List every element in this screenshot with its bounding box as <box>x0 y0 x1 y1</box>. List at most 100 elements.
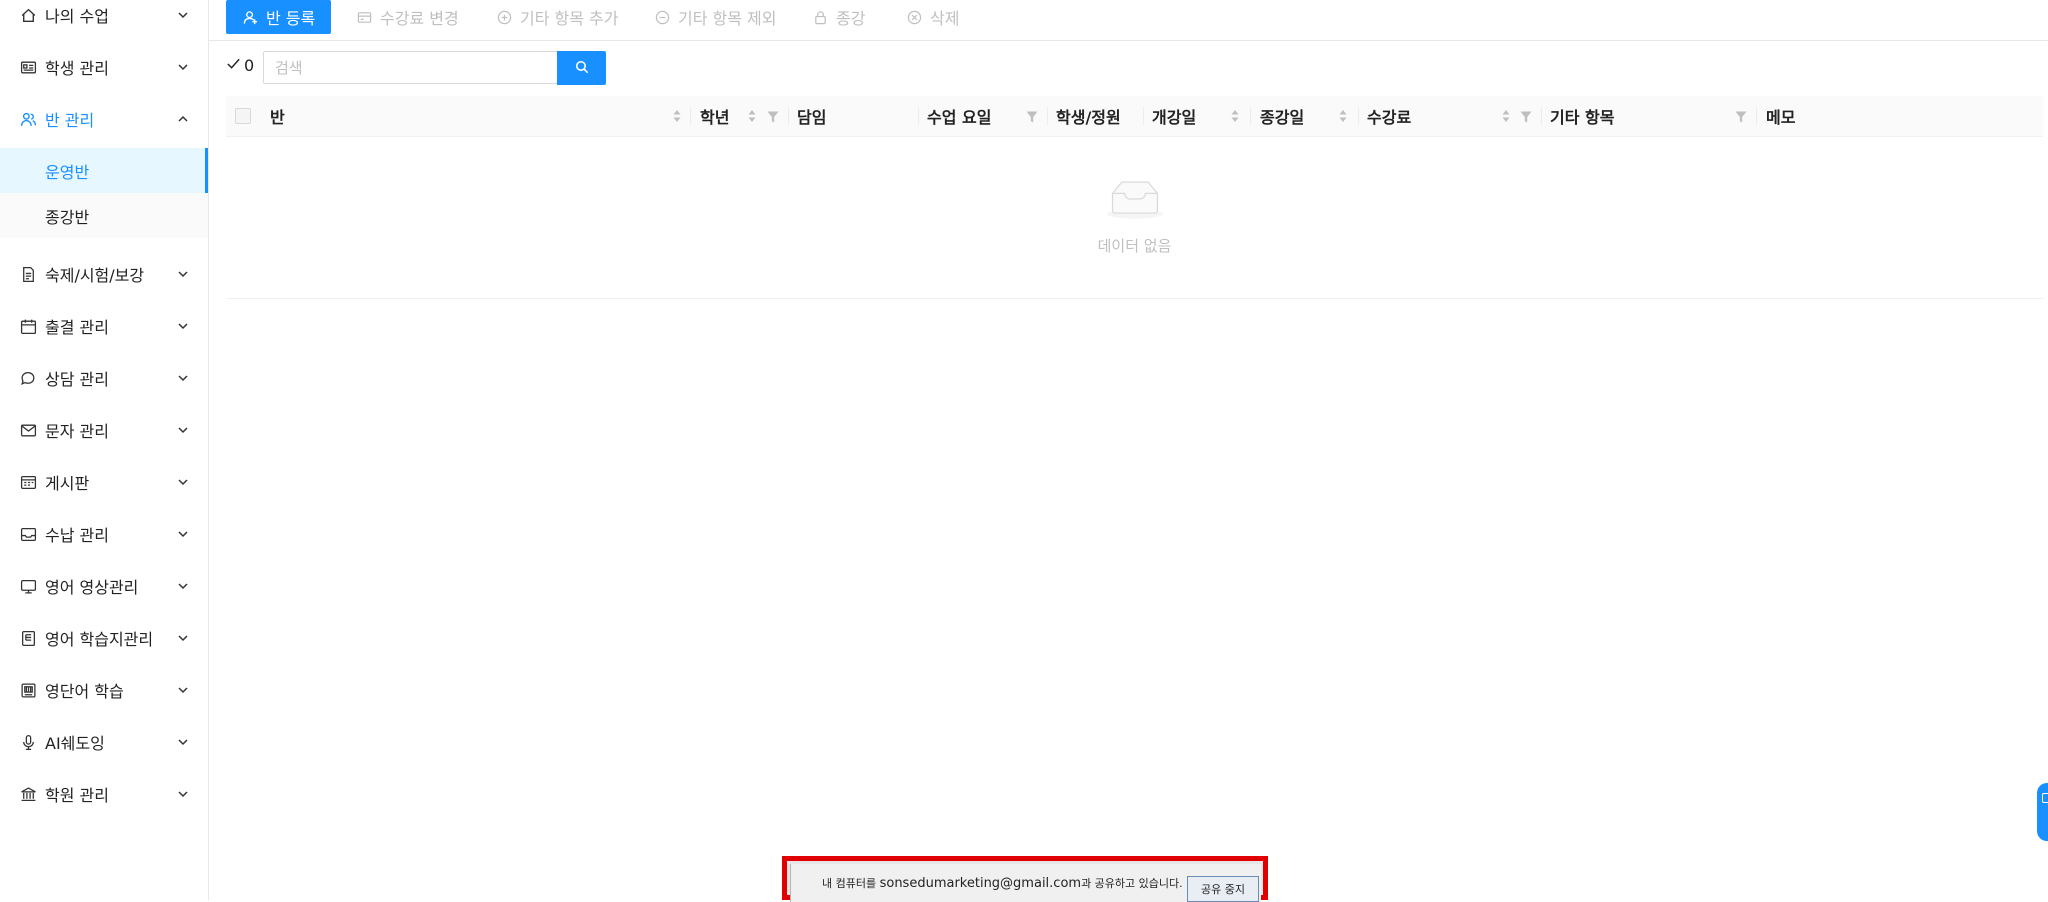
column-header-students-capacity[interactable]: 학생/정원 <box>1056 96 1121 136</box>
column-divider <box>918 107 919 125</box>
delete-label: 삭제 <box>930 9 960 28</box>
select-all-checkbox[interactable] <box>235 108 251 124</box>
search-box <box>263 51 557 84</box>
chevron-down-icon <box>176 579 190 593</box>
filter-icon[interactable] <box>1026 109 1038 123</box>
sidebar-item-english-worksheet[interactable]: 영어 학습지관리 <box>0 617 208 659</box>
sidebar-item-counseling[interactable]: 상담 관리 <box>0 357 208 399</box>
filter-icon[interactable] <box>767 109 779 123</box>
sort-icon[interactable] <box>1501 108 1511 124</box>
share-prefix: 내 컴퓨터를 <box>822 877 880 890</box>
chevron-down-icon <box>176 8 190 22</box>
sidebar-item-vocabulary[interactable]: 영단어 학습 <box>0 669 208 711</box>
column-header-teacher[interactable]: 담임 <box>797 96 826 136</box>
user-add-icon <box>242 9 258 25</box>
sidebar-item-homework[interactable]: 숙제/시험/보강 <box>0 253 208 295</box>
sidebar-subitem-active-classes[interactable]: 운영반 <box>0 148 208 193</box>
minus-circle-icon <box>654 9 670 25</box>
add-extra-item-button[interactable]: 기타 항목 추가 <box>496 0 619 34</box>
sidebar-subitem-label: 종강반 <box>45 207 90 227</box>
sidebar-item-classes[interactable]: 반 관리 <box>0 98 208 140</box>
sidebar-item-english-video[interactable]: 영어 영상관리 <box>0 565 208 607</box>
empty-inbox-icon <box>1105 177 1165 225</box>
chevron-down-icon <box>176 683 190 697</box>
register-class-label: 반 등록 <box>266 9 316 28</box>
close-class-button[interactable]: 종강 <box>812 0 865 34</box>
column-divider <box>1541 107 1542 125</box>
check-icon <box>226 56 241 75</box>
column-header-tuition[interactable]: 수강료 <box>1367 96 1411 136</box>
close-class-label: 종강 <box>836 9 866 28</box>
column-header-end-date[interactable]: 종강일 <box>1260 96 1304 136</box>
column-header-extra-items[interactable]: 기타 항목 <box>1550 96 1614 136</box>
column-header-start-date[interactable]: 개강일 <box>1152 96 1196 136</box>
sort-icon[interactable] <box>747 108 757 124</box>
search-input[interactable] <box>264 52 556 83</box>
sidebar-item-students[interactable]: 학생 관리 <box>0 46 208 88</box>
empty-text: 데이터 없음 <box>1097 237 1172 255</box>
column-header-class[interactable]: 반 <box>270 96 285 136</box>
filter-icon[interactable] <box>1520 109 1532 123</box>
share-suffix: 과 공유하고 있습니다. <box>1081 877 1183 890</box>
chevron-down-icon <box>176 319 190 333</box>
column-divider <box>1143 107 1144 125</box>
selected-count: 0 <box>226 56 254 75</box>
search-button[interactable] <box>557 51 606 85</box>
file-icon <box>19 265 37 283</box>
document-icon <box>19 629 37 647</box>
wordbook-icon <box>19 681 37 699</box>
register-class-button[interactable]: 반 등록 <box>226 0 332 34</box>
sidebar-item-label: 문자 관리 <box>45 422 109 441</box>
sidebar-item-label: AI쉐도잉 <box>45 734 105 753</box>
column-divider <box>788 107 789 125</box>
chevron-down-icon <box>176 787 190 801</box>
lock-icon <box>812 9 828 25</box>
filter-icon[interactable] <box>1735 109 1747 123</box>
column-divider <box>1358 107 1359 125</box>
sidebar-item-label: 영단어 학습 <box>45 682 124 701</box>
sort-icon[interactable] <box>1230 108 1240 124</box>
search-icon <box>575 59 589 78</box>
sidebar: 나의 수업 학생 관리 반 관리 운영반 종강반 숙제/시험/보강 출결 관리 … <box>0 0 209 900</box>
sidebar-item-label: 반 관리 <box>45 111 95 130</box>
screen-share-panel: 내 컴퓨터를 sonsedumarketing@gmail.com과 공유하고 … <box>790 864 1261 902</box>
plus-circle-icon <box>496 9 512 25</box>
chevron-down-icon <box>176 371 190 385</box>
delete-button[interactable]: 삭제 <box>906 0 959 34</box>
screen-share-message: 내 컴퓨터를 sonsedumarketing@gmail.com과 공유하고 … <box>822 875 1183 891</box>
chevron-down-icon <box>176 631 190 645</box>
floating-help-button[interactable] <box>2037 783 2048 841</box>
sidebar-item-academy[interactable]: 학원 관리 <box>0 773 208 815</box>
column-divider <box>1756 107 1757 125</box>
sidebar-item-board[interactable]: 게시판 <box>0 461 208 503</box>
column-header-grade[interactable]: 학년 <box>700 96 729 136</box>
sort-icon[interactable] <box>672 108 682 124</box>
sidebar-item-label: 숙제/시험/보강 <box>45 266 145 285</box>
sort-icon[interactable] <box>1338 108 1348 124</box>
column-header-class-days[interactable]: 수업 요일 <box>927 96 991 136</box>
chevron-up-icon <box>176 112 190 126</box>
home-icon <box>19 6 37 24</box>
sidebar-item-ai-shadowing[interactable]: AI쉐도잉 <box>0 721 208 763</box>
mail-icon <box>19 421 37 439</box>
microphone-icon <box>19 733 37 751</box>
sidebar-item-attendance[interactable]: 출결 관리 <box>0 305 208 347</box>
remove-extra-item-button[interactable]: 기타 항목 제외 <box>654 0 777 34</box>
column-divider <box>690 107 691 125</box>
change-fee-button[interactable]: 수강료 변경 <box>356 0 459 34</box>
sidebar-item-label: 영어 학습지관리 <box>45 630 154 649</box>
chat-icon <box>19 369 37 387</box>
stop-sharing-button[interactable]: 공유 중지 <box>1187 876 1259 902</box>
chevron-down-icon <box>176 423 190 437</box>
sidebar-subitem-closed-classes[interactable]: 종강반 <box>0 193 208 238</box>
bank-icon <box>19 785 37 803</box>
sidebar-item-messages[interactable]: 문자 관리 <box>0 409 208 451</box>
column-header-memo[interactable]: 메모 <box>1766 96 1795 136</box>
share-email: sonsedumarketing@gmail.com <box>879 876 1082 891</box>
board-icon <box>19 473 37 491</box>
credit-card-icon <box>356 9 372 25</box>
chevron-down-icon <box>176 267 190 281</box>
sidebar-item-payments[interactable]: 수납 관리 <box>0 513 208 555</box>
sidebar-item-my-class[interactable]: 나의 수업 <box>0 0 208 36</box>
team-icon <box>19 110 37 128</box>
